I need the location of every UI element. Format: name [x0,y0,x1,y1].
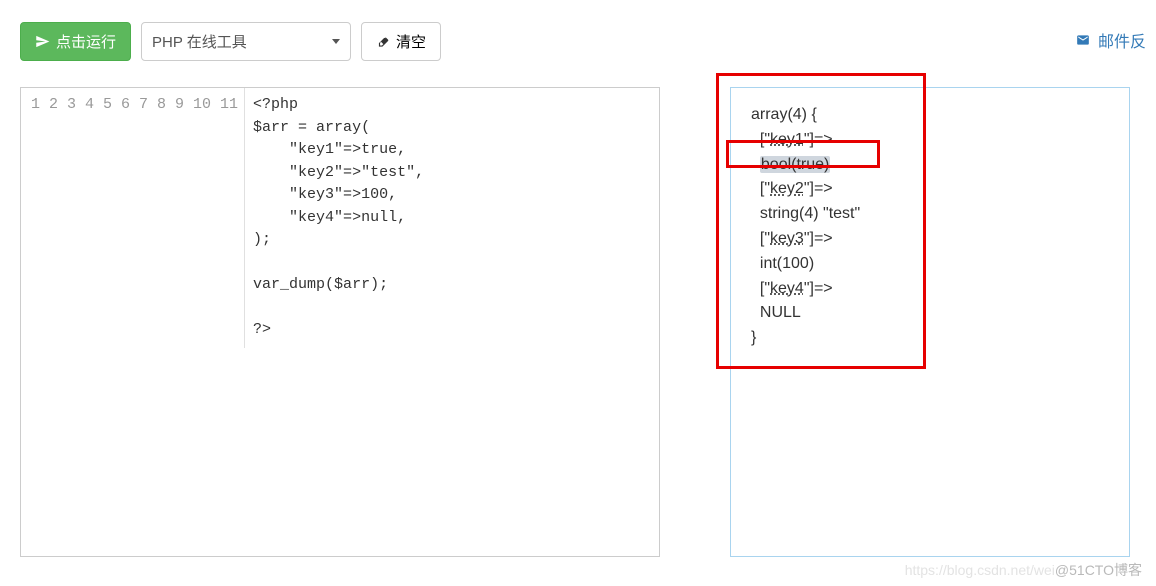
watermark-handle: @51CTO博客 [1055,562,1142,578]
line-gutter: 1 2 3 4 5 6 7 8 9 10 11 [21,88,245,348]
paper-plane-icon [35,34,50,49]
eraser-icon [376,35,390,49]
clear-button[interactable]: 清空 [361,22,441,61]
toolbar: 点击运行 PHP 在线工具 清空 邮件反 [20,0,1136,81]
run-button-label: 点击运行 [56,31,116,52]
code-editor[interactable]: 1 2 3 4 5 6 7 8 9 10 11 <?php $arr = arr… [20,87,660,557]
language-select-label: PHP 在线工具 [152,31,247,52]
feedback-link[interactable]: 邮件反 [1074,28,1146,52]
output-panel: array(4) { ["key1"]=> bool(true) ["key2"… [730,87,1130,557]
watermark: https://blog.csdn.net/wei@51CTO博客 [905,560,1142,580]
content-row: 1 2 3 4 5 6 7 8 9 10 11 <?php $arr = arr… [20,87,1136,557]
language-select[interactable]: PHP 在线工具 [141,22,351,61]
clear-button-label: 清空 [396,31,426,52]
feedback-link-label: 邮件反 [1098,28,1146,52]
output-text: array(4) { ["key1"]=> bool(true) ["key2"… [751,103,1109,351]
mail-icon [1074,33,1092,47]
chevron-down-icon [332,39,340,44]
output-wrapper: array(4) { ["key1"]=> bool(true) ["key2"… [730,87,1130,557]
watermark-faint: https://blog.csdn.net/wei [905,562,1055,578]
run-button[interactable]: 点击运行 [20,22,131,61]
code-lines[interactable]: <?php $arr = array( "key1"=>true, "key2"… [245,88,432,348]
